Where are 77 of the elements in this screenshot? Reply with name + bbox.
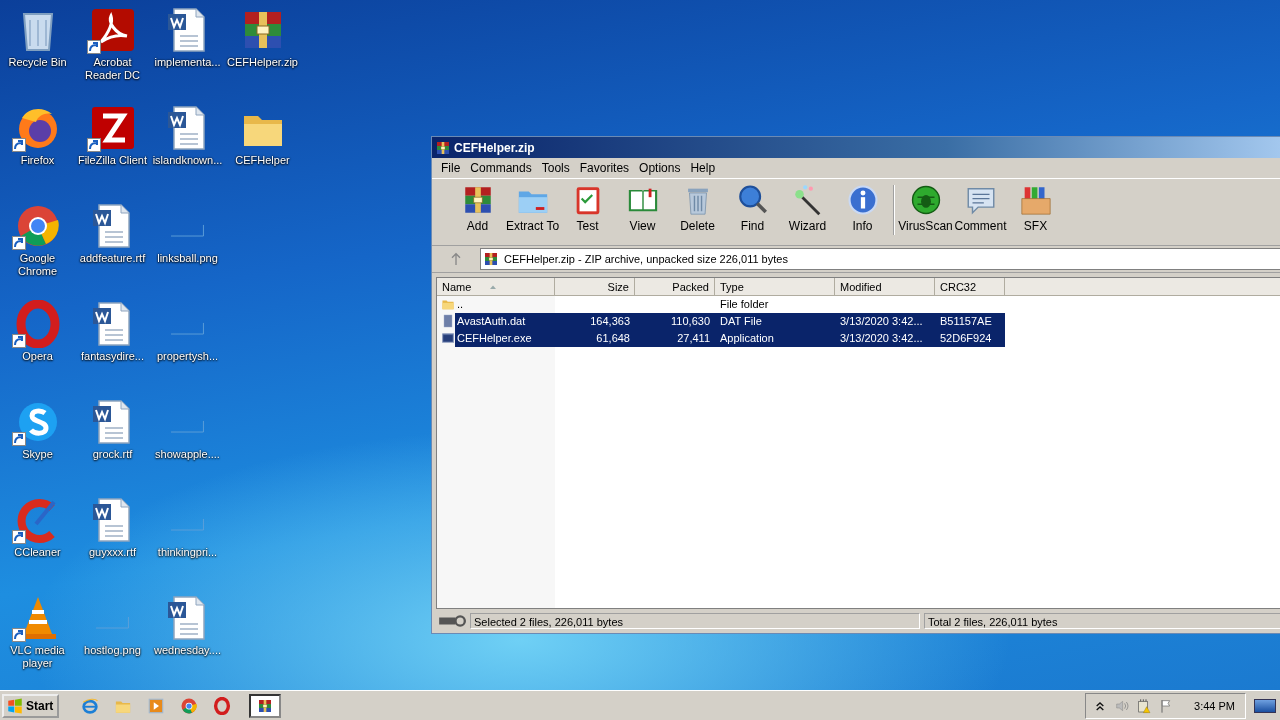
toolbar-button[interactable]: Extract To	[505, 183, 560, 233]
winrar-icon	[435, 139, 451, 156]
table-cell: 110,630	[635, 313, 715, 330]
toolbar-button[interactable]: SFX	[1008, 183, 1063, 233]
column-header[interactable]: Packed	[635, 278, 715, 296]
table-cell: CEFHelper.exe	[455, 330, 555, 347]
toolbar-button[interactable]: VirusScan	[898, 183, 953, 233]
menu-item[interactable]: Help	[685, 161, 721, 175]
desktop-icon-label[interactable]: islandknown...	[150, 154, 225, 167]
toolbar-button[interactable]: Find	[725, 183, 780, 233]
table-cell: 3/13/2020 3:42...	[835, 330, 935, 347]
desktop-icon-label[interactable]: Firefox	[0, 154, 75, 167]
table-cell: 164,363	[555, 313, 635, 330]
desktop-icon-label[interactable]: addfeature.rtf	[75, 252, 150, 265]
desktop-icon-label[interactable]: Recycle Bin	[0, 56, 75, 69]
desktop-icon-label[interactable]: grock.rtf	[75, 448, 150, 461]
media-icon	[147, 696, 166, 715]
toolbar-button[interactable]: Wizard	[780, 183, 835, 233]
column-header[interactable]: Modified	[835, 278, 935, 296]
table-cell-text: File folder	[719, 297, 770, 312]
menu-item[interactable]: Tools	[536, 161, 575, 175]
taskbar-button[interactable]	[249, 693, 282, 718]
desktop-icon-label[interactable]: fantasydire...	[75, 350, 150, 363]
desktop-icon-label[interactable]: showapple....	[150, 448, 225, 461]
table-cell: AvastAuth.dat	[455, 313, 555, 330]
desktop-icon-label[interactable]: FileZilla Client	[75, 154, 150, 167]
file-row[interactable]: CEFHelper.exe 61,648 27,411 Application 3/13/2020 3:42... 52D6F924	[437, 330, 1005, 347]
table-cell-text: ..	[456, 297, 465, 312]
archive-icon	[483, 251, 499, 267]
table-cell: 61,648	[555, 330, 635, 347]
status-text: Selected 2 files, 226,011 bytes	[470, 613, 920, 629]
desktop-icon-label[interactable]: CCleaner	[0, 546, 75, 559]
start-button[interactable]: Start	[2, 693, 60, 718]
menu-item[interactable]: Favorites	[574, 161, 635, 175]
show-desktop-button[interactable]	[1254, 698, 1276, 713]
toolbar-button[interactable]: Add	[450, 183, 505, 233]
file-icon	[441, 314, 455, 328]
column-header[interactable]: Name	[437, 278, 555, 296]
table-cell: 3/13/2020 3:42...	[835, 313, 935, 330]
windows-flag-icon	[6, 696, 24, 715]
table-cell: Application	[715, 330, 835, 347]
column-header[interactable]: Type	[715, 278, 835, 296]
toolbar-button[interactable]: Delete	[670, 183, 725, 233]
exe-icon	[441, 331, 455, 345]
menu-item[interactable]: File	[436, 161, 466, 175]
address-field[interactable]: CEFHelper.zip - ZIP archive, unpacked size 226,011 bytes	[480, 248, 1280, 270]
network-icon	[1136, 697, 1153, 714]
file-row[interactable]: .. File folder	[437, 296, 1005, 313]
table-cell: 52D6F924	[935, 330, 1005, 347]
menu-item[interactable]: Options	[634, 161, 686, 175]
toolbar-button[interactable]: Info	[835, 183, 890, 233]
column-header[interactable]: CRC32	[935, 278, 1005, 296]
file-row[interactable]: AvastAuth.dat 164,363 110,630 DAT File 3/13/2020 3:42... B51157AE	[437, 313, 1005, 330]
table-cell: 27,411	[635, 330, 715, 347]
desktop-icon-label[interactable]: CEFHelper.zip	[225, 56, 300, 69]
clock[interactable]: 3:44 PM	[1194, 699, 1235, 712]
toolbar-button[interactable]: View	[615, 183, 670, 233]
desktop-icon-label[interactable]: linksball.png	[150, 252, 225, 265]
opera-icon	[213, 696, 232, 715]
desktop-icon-label[interactable]: implementa...	[150, 56, 225, 69]
desktop-icon-label[interactable]: VLC media player	[0, 644, 75, 670]
toolbar-button[interactable]: Test	[560, 183, 615, 233]
column-header[interactable]: Size	[555, 278, 635, 296]
desktop-icon-label[interactable]: Opera	[0, 350, 75, 363]
desktop-icon-label[interactable]: propertysh...	[150, 350, 225, 363]
table-cell: DAT File	[715, 313, 835, 330]
chrome-icon	[180, 696, 199, 715]
desktop-icon-label[interactable]: Google Chrome	[0, 252, 75, 278]
desktop-icon-label[interactable]: Skype	[0, 448, 75, 461]
status-text: Total 2 files, 226,011 bytes	[924, 613, 1280, 629]
table-cell: B51157AE	[935, 313, 1005, 330]
window-title: CEFHelper.zip	[454, 140, 535, 155]
ie-icon	[81, 696, 100, 715]
desktop-icon-label[interactable]: CEFHelper	[225, 154, 300, 167]
desktop-icon-label[interactable]: Acrobat Reader DC	[75, 56, 150, 82]
toolbar-button[interactable]: Comment	[953, 183, 1008, 233]
menu-item[interactable]: Commands	[465, 161, 537, 175]
